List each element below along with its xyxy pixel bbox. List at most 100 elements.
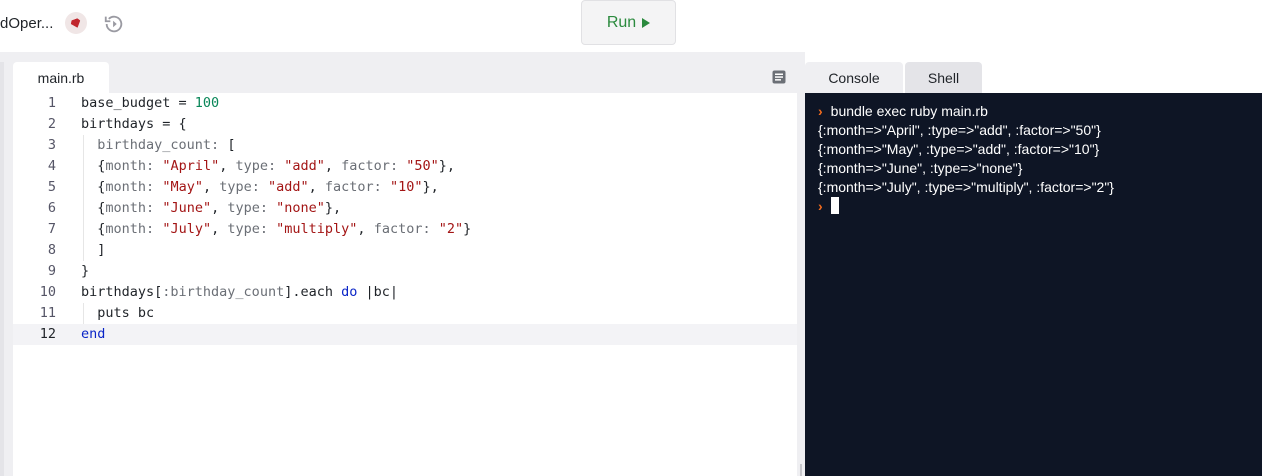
ruby-gem-icon[interactable] [65, 12, 87, 34]
line-number: 8 [47, 242, 56, 258]
code-token: month: [105, 200, 155, 216]
code-token: birthdays = { [81, 116, 187, 132]
line-number: 6 [47, 200, 56, 216]
line-number: 7 [47, 221, 56, 237]
code-text: {month: "April", type: "add", factor: "5… [81, 156, 455, 177]
prompt-chevron-icon: › [818, 103, 823, 119]
code-token: "2" [438, 221, 464, 237]
code-text: {month: "July", type: "multiply", factor… [81, 219, 471, 240]
code-token: month: [105, 179, 155, 195]
code-token: "10" [389, 179, 423, 195]
code-line[interactable]: 1 base_budget = 100 [13, 93, 797, 114]
code-line[interactable]: 7 {month: "July", type: "multiply", fact… [13, 219, 797, 240]
tab-console-label: Console [828, 69, 880, 86]
code-token: "May" [162, 179, 203, 195]
code-token: "April" [162, 158, 220, 174]
code-line[interactable]: 11 puts bc [13, 303, 797, 324]
code-token: type: [219, 179, 260, 195]
editor-scroll-thumb[interactable] [800, 464, 802, 476]
line-number: 12 [39, 326, 56, 342]
code-token: , [202, 179, 220, 195]
code-token: { [81, 200, 106, 216]
line-number: 9 [47, 263, 56, 279]
code-token: type: [227, 221, 268, 237]
code-token: factor: [341, 158, 399, 174]
code-text: {month: "May", type: "add", factor: "10"… [81, 177, 439, 198]
console-output-line: {:month=>"July", :type=>"multiply", :fac… [818, 179, 1114, 195]
code-token: "June" [162, 200, 212, 216]
code-line[interactable]: 4 {month: "April", type: "add", factor: … [13, 156, 797, 177]
line-number: 11 [39, 305, 56, 321]
code-token: type: [227, 200, 268, 216]
code-token: } [81, 263, 90, 279]
tab-shell-label: Shell [927, 69, 960, 86]
file-tab-label: main.rb [37, 69, 85, 86]
code-token: , [308, 179, 325, 195]
top-bar: dOper... Run [0, 0, 1262, 50]
code-text: end [81, 324, 105, 345]
code-text: base_budget = 100 [81, 93, 219, 114]
code-token: , [211, 221, 228, 237]
code-token: } [463, 221, 472, 237]
console-output-line: {:month=>"May", :type=>"add", :factor=>"… [818, 141, 1100, 157]
line-number: 10 [39, 284, 56, 300]
console-output-line: {:month=>"June", :type=>"none"} [818, 160, 1023, 176]
code-token: "July" [162, 221, 212, 237]
history-icon[interactable] [103, 13, 125, 35]
code-text: {month: "June", type: "none"}, [81, 198, 341, 219]
line-number: 1 [47, 95, 56, 111]
code-token: factor: [324, 179, 382, 195]
code-text: birthday_count: [ [81, 135, 235, 156]
code-line[interactable]: 5 {month: "May", type: "add", factor: "1… [13, 177, 797, 198]
code-token: ] [81, 242, 106, 258]
line-number: 2 [47, 116, 56, 132]
code-line[interactable]: 3 birthday_count: [ [13, 135, 797, 156]
code-token: [ [219, 137, 236, 153]
code-token: birthday_count: [97, 137, 220, 153]
tab-console[interactable]: Console [805, 62, 903, 93]
code-token: }, [422, 179, 439, 195]
file-tab-main-rb[interactable]: main.rb [13, 62, 109, 93]
code-token: "add" [284, 158, 325, 174]
code-token: , [324, 158, 342, 174]
line-number: 5 [47, 179, 56, 195]
notes-icon[interactable] [772, 70, 786, 84]
code-token: "multiply" [276, 221, 358, 237]
code-token: month: [105, 158, 155, 174]
line-number: 4 [47, 158, 56, 174]
code-line[interactable]: 2 birthdays = { [13, 114, 797, 135]
code-token: , [357, 221, 374, 237]
editor-scrollbar[interactable] [797, 93, 805, 476]
code-token: puts bc [81, 305, 155, 321]
code-text: birthdays[:birthday_count].each do |bc| [81, 282, 398, 303]
play-icon [642, 17, 651, 28]
repl-name[interactable]: dOper... [0, 15, 53, 32]
code-line[interactable]: 6 {month: "June", type: "none"}, [13, 198, 797, 219]
tab-shell[interactable]: Shell [905, 62, 982, 93]
code-line[interactable]: 9} [13, 261, 797, 282]
code-token: , [219, 158, 236, 174]
code-token: { [81, 158, 106, 174]
code-token: base_budget = [81, 95, 195, 111]
console-cursor [830, 197, 839, 214]
console-input-line[interactable]: › [818, 197, 839, 216]
code-text: birthdays = { [81, 114, 187, 135]
code-token: "50" [406, 158, 439, 174]
code-token: { [81, 221, 106, 237]
code-token: month: [105, 221, 155, 237]
run-button[interactable]: Run [581, 0, 676, 45]
code-token: , [211, 200, 228, 216]
code-token: birthdays[ [81, 284, 163, 300]
code-token: }, [438, 158, 455, 174]
code-line[interactable]: 8 ] [13, 240, 797, 261]
code-line[interactable]: 12 end [13, 324, 797, 345]
code-line[interactable]: 10 birthdays[:birthday_count].each do |bc… [13, 282, 797, 303]
code-token: ].each [284, 284, 342, 300]
code-text: } [81, 261, 89, 282]
run-label: Run [606, 13, 637, 31]
